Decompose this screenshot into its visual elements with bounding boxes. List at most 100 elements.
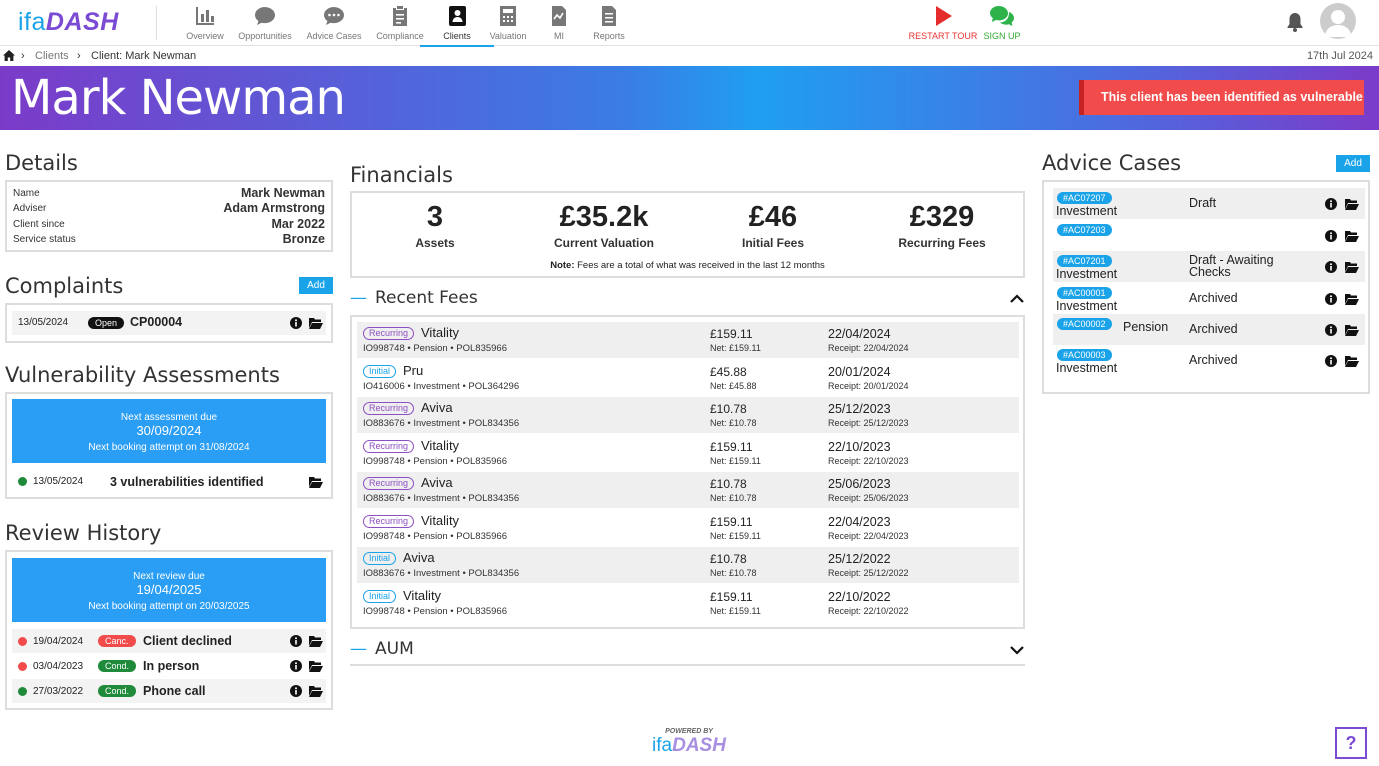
top-nav: ifaDASH Overview Opportunities Advice Ca…	[0, 0, 1379, 47]
review-row[interactable]: 27/03/2022 Cond. Phone call	[12, 679, 326, 703]
review-history-heading: Review History	[5, 521, 162, 545]
info-icon[interactable]	[1325, 261, 1337, 273]
chart-icon	[196, 7, 214, 25]
fee-net: Net: £159.11	[710, 530, 761, 541]
chevron-up-icon[interactable]	[1010, 294, 1024, 304]
case-status: Archived	[1189, 291, 1238, 305]
fee-row[interactable]: Recurring Aviva IO883676 • Investment • PO…	[357, 472, 1019, 508]
advice-case-row[interactable]: #AC00003 Investment Archived	[1053, 345, 1365, 376]
fee-row[interactable]: Initial Pru IO416006 • Investment • POL364…	[357, 360, 1019, 396]
fee-row[interactable]: Recurring Vitality IO998748 • Pension • PO…	[357, 435, 1019, 471]
review-row[interactable]: 19/04/2024 Canc. Client declined	[12, 629, 326, 653]
home-icon[interactable]	[3, 50, 15, 61]
fee-reference: IO883676 • Investment • POL834356	[363, 418, 520, 429]
folder-open-icon[interactable]	[309, 635, 323, 647]
fee-amount: £159.11	[710, 514, 753, 529]
divider	[156, 6, 157, 40]
sign-up-button[interactable]: SIGN UP	[978, 4, 1026, 41]
add-complaint-button[interactable]: Add	[299, 277, 333, 294]
fee-row[interactable]: Initial Vitality IO998748 • Pension • POL8…	[357, 585, 1019, 621]
recent-fees-toggle[interactable]: — Recent Fees	[350, 288, 478, 308]
info-icon[interactable]	[1325, 324, 1337, 336]
fee-type-badge: Recurring	[363, 327, 415, 340]
review-row[interactable]: 03/04/2023 Cond. In person	[12, 654, 326, 678]
add-advice-case-button[interactable]: Add	[1336, 155, 1370, 172]
complaint-row[interactable]: 13/05/2024 Open CP00004	[12, 311, 326, 335]
nav-reports[interactable]: Reports	[574, 4, 644, 41]
aum-toggle[interactable]: — AUM	[350, 639, 414, 659]
fee-row[interactable]: Recurring Vitality IO998748 • Pension • PO…	[357, 322, 1019, 358]
folder-open-icon[interactable]	[1345, 261, 1359, 273]
folder-open-icon[interactable]	[309, 476, 323, 488]
folder-open-icon[interactable]	[1345, 198, 1359, 210]
avatar[interactable]	[1320, 3, 1356, 39]
breadcrumb-current: Client: Mark Newman	[91, 50, 197, 62]
fee-row[interactable]: Recurring Aviva IO883676 • Investment • PO…	[357, 397, 1019, 433]
fee-provider: Vitality	[403, 587, 442, 603]
app-logo[interactable]: ifaDASH	[18, 8, 119, 37]
fee-date: 25/12/2023	[828, 402, 891, 416]
info-icon[interactable]	[290, 317, 302, 329]
calculator-icon	[500, 6, 516, 26]
nav-advice-cases[interactable]: Advice Cases	[299, 4, 369, 41]
fee-provider: Aviva	[421, 475, 453, 490]
advice-case-row[interactable]: #AC07201 Investment Draft - Awaiting Check…	[1053, 251, 1365, 282]
detail-row-adviser: Adviser Adam Armstrong	[13, 201, 325, 215]
advice-case-row[interactable]: #AC00002 Pension Archived	[1053, 314, 1365, 345]
document-icon	[602, 6, 616, 26]
folder-open-icon[interactable]	[309, 685, 323, 697]
folder-open-icon[interactable]	[1345, 324, 1359, 336]
chevron-down-icon[interactable]	[1010, 645, 1024, 655]
restart-tour-button[interactable]: RESTART TOUR	[905, 4, 981, 41]
fee-row[interactable]: Initial Aviva IO883676 • Investment • POL8…	[357, 547, 1019, 583]
user-icon	[1325, 10, 1351, 37]
case-type: Pension	[1123, 320, 1169, 334]
fee-date: 22/04/2024	[828, 327, 891, 341]
chevron-right-icon: ›	[21, 50, 25, 62]
advice-case-row[interactable]: #AC07203	[1053, 220, 1365, 251]
fees-note: Note: Fees are a total of what was recei…	[550, 260, 825, 271]
stat-recurring-fees: £329 Recurring Fees	[898, 201, 986, 250]
current-date: 17th Jul 2024	[1306, 50, 1373, 62]
folder-open-icon[interactable]	[309, 317, 323, 329]
info-icon[interactable]	[1325, 293, 1337, 305]
vulnerability-panel: Next assessment due 30/09/2024 Next book…	[5, 392, 333, 499]
review-type: Phone call	[143, 684, 206, 698]
vulnerability-row[interactable]: 13/05/2024 3 vulnerabilities identified	[12, 469, 326, 493]
case-type: Investment	[1056, 361, 1118, 375]
chevron-right-icon: ›	[77, 50, 81, 62]
info-icon[interactable]	[290, 635, 302, 647]
advice-case-row[interactable]: #AC00001 Investment Archived	[1053, 283, 1365, 314]
fee-reference: IO998748 • Pension • POL835966	[363, 455, 507, 467]
fee-row[interactable]: Recurring Vitality IO998748 • Pension • PO…	[357, 510, 1019, 546]
info-icon[interactable]	[290, 660, 302, 672]
vulnerable-alert: This client has been identified as vulne…	[1079, 80, 1364, 115]
assessment-date: 13/05/2024	[33, 476, 84, 487]
info-icon[interactable]	[290, 685, 302, 697]
info-icon[interactable]	[1325, 355, 1337, 367]
bell-icon[interactable]	[1286, 12, 1304, 32]
fee-type-badge: Initial	[363, 589, 397, 603]
play-icon	[936, 6, 952, 26]
folder-open-icon[interactable]	[309, 660, 323, 672]
fee-receipt-date: Receipt: 25/12/2022	[828, 568, 909, 578]
case-id-badge: #AC07201	[1057, 255, 1112, 267]
complaint-date: 13/05/2024	[18, 317, 69, 328]
nav-opportunities[interactable]: Opportunities	[230, 4, 300, 41]
advice-cases-heading: Advice Cases	[1042, 151, 1182, 175]
next-review-label: Next review due	[133, 571, 205, 582]
folder-open-icon[interactable]	[1345, 293, 1359, 305]
folder-open-icon[interactable]	[1345, 355, 1359, 367]
advice-case-row[interactable]: #AC07207 Investment Draft	[1053, 188, 1365, 219]
fee-reference: IO883676 • Investment • POL834356	[363, 568, 520, 579]
breadcrumb-clients[interactable]: Clients	[35, 50, 69, 62]
help-button[interactable]: ?	[1335, 727, 1367, 759]
fee-net: Net: £159.11	[710, 455, 761, 466]
folder-open-icon[interactable]	[1345, 230, 1359, 242]
info-icon[interactable]	[1325, 230, 1337, 242]
fee-receipt-date: Receipt: 25/12/2023	[828, 418, 909, 428]
info-icon[interactable]	[1325, 198, 1337, 210]
next-review-card: Next review due 19/04/2025 Next booking …	[12, 558, 326, 622]
divider	[350, 664, 1025, 666]
fee-receipt-date: Receipt: 20/01/2024	[828, 380, 909, 391]
